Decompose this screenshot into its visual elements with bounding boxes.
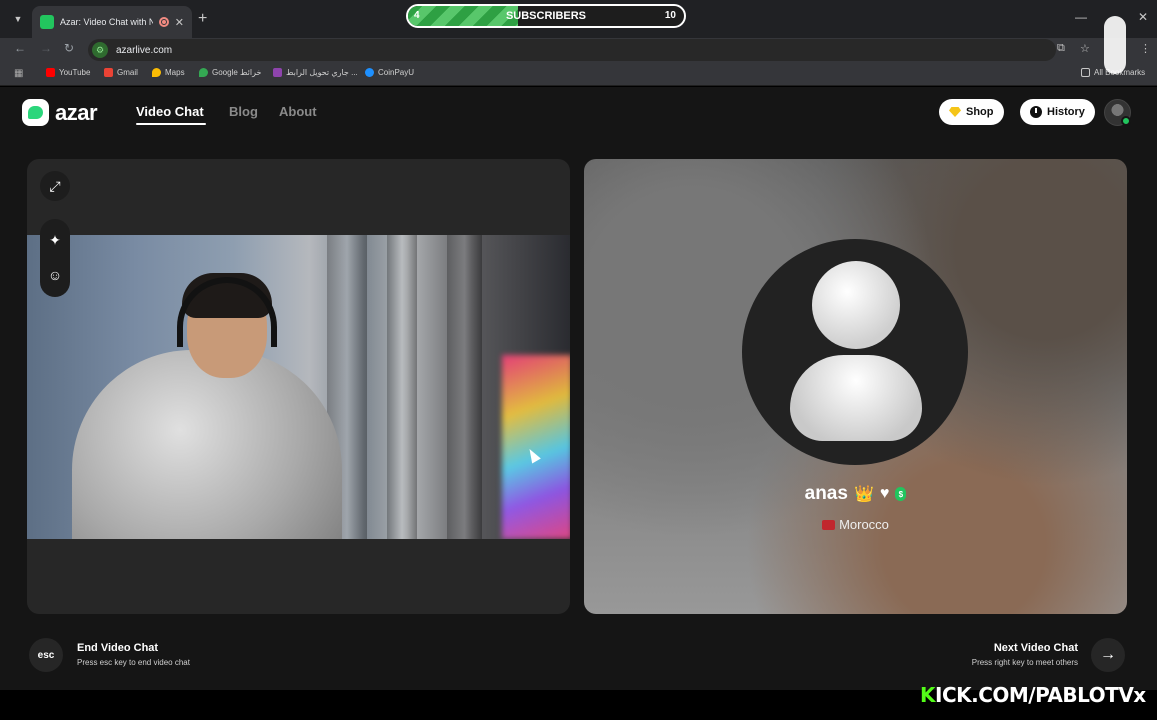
self-video-panel [27,159,570,614]
morocco-flag-icon [822,519,836,530]
nav-blog[interactable]: Blog [229,104,258,119]
site-info-icon[interactable]: ⚙ [92,42,108,58]
nav-about[interactable]: About [279,104,317,119]
browser-tab[interactable]: Azar: Video Chat with New ✕ [32,6,192,38]
minimize-icon[interactable]: — [1075,10,1087,24]
nav-active-underline [136,123,206,125]
forward-arrow-icon[interactable]: → [40,41,52,55]
peer-avatar [742,239,968,465]
expand-icon[interactable]: ⤢ [40,171,70,201]
kick-k-letter: K [920,683,936,707]
next-chat-arrow-icon[interactable]: → [1091,638,1125,672]
menu-kebab-icon[interactable]: ⋮ [1140,42,1151,55]
shop-label: Shop [966,106,994,118]
history-label: History [1047,106,1085,118]
logo-text: azar [55,99,98,125]
back-arrow-icon[interactable]: ← [14,41,26,55]
url-text: azarlive.com [116,44,173,56]
link-icon [273,68,282,77]
bookmark-star-icon[interactable]: ☆ [1080,42,1090,55]
bookmark-label: CoinPayU [378,68,415,77]
recording-icon [158,17,169,27]
kick-watermark: KICK.COM/PABLOTVx [920,683,1146,707]
bookmark-label: Google خرائط [212,68,262,77]
diamond-icon [949,107,961,117]
browser-toolbar: ← → ↻ ⚙ azarlive.com ⧉ ☆ ⋮ [0,38,1157,62]
azar-favicon-icon [40,15,54,29]
peer-name-row: anas 👑 ♥ $ [584,483,1127,505]
reload-icon[interactable]: ↻ [64,41,74,55]
face-filter-icon[interactable]: ☺ [40,260,70,290]
tab-search-chevron-icon[interactable]: ▼ [8,9,28,29]
kick-url-text: ICK.COM/PABLOTVx [935,683,1146,707]
end-chat-subtitle: Press esc key to end video chat [77,658,190,667]
shop-button[interactable]: Shop [939,99,1004,125]
azar-logo[interactable]: azar [22,99,98,126]
end-chat-button[interactable]: esc [29,638,63,672]
white-heart-icon: ♥ [879,485,890,502]
magic-wand-icon[interactable]: ✦ [40,225,70,255]
verified-badge-icon: $ [895,487,907,501]
bookmark-label: YouTube [59,68,91,77]
self-camera-feed [27,235,570,539]
bookmark-youtube[interactable]: YouTube [46,68,90,77]
install-app-icon[interactable]: ⧉ [1057,42,1065,55]
browser-tab-bar: ▼ Azar: Video Chat with New ✕ + 4 SUBSCR… [0,0,1157,38]
bookmark-google-maps-ar[interactable]: Google خرائط [199,68,261,77]
azar-logo-icon [22,99,49,126]
peer-name: anas [804,483,848,504]
coinpayu-icon [365,68,374,77]
tab-title: Azar: Video Chat with New [60,17,153,27]
folder-icon [1081,68,1090,77]
bookmarks-bar: ▦ YouTube Gmail Maps Google خرائط جاري ت… [0,62,1157,86]
new-tab-plus-icon[interactable]: + [198,9,207,29]
maps-pin-icon [199,68,208,77]
person-figure [72,350,342,539]
end-chat-title: End Video Chat [77,642,159,654]
streamer-logo-icon [1104,16,1126,74]
azar-page: azar Video Chat Blog About Shop History … [0,87,1157,690]
youtube-icon [46,68,55,77]
bookmark-gmail[interactable]: Gmail [104,68,138,77]
close-window-icon[interactable]: ✕ [1138,10,1148,24]
history-button[interactable]: History [1020,99,1095,125]
apps-grid-icon[interactable]: ▦ [14,68,23,79]
next-chat-title: Next Video Chat [993,642,1078,654]
bookmark-label: Maps [165,68,185,77]
peer-video-panel: anas 👑 ♥ $ Morocco [584,159,1127,614]
gmail-icon [104,68,113,77]
crown-emoji-icon: 👑 [853,486,874,503]
tab-close-icon[interactable]: ✕ [175,16,184,29]
bookmark-link-converter[interactable]: جاري تحويل الرابط ... [273,68,358,77]
address-bar[interactable]: ⚙ azarlive.com [88,39,1056,61]
subscriber-label: SUBSCRIBERS [505,10,587,22]
peer-country-row: Morocco [584,517,1127,532]
esc-key-label: esc [37,649,55,661]
maps-pin-icon [152,68,161,77]
subscriber-goal: 10 [664,10,676,21]
bookmark-label: جاري تحويل الرابط ... [286,68,358,77]
online-status-dot [1121,116,1131,126]
next-chat-subtitle: Press right key to meet others [971,658,1078,667]
bookmark-maps[interactable]: Maps [152,68,185,77]
subscriber-goal-overlay: 4 SUBSCRIBERS 10 [406,4,686,28]
bookmark-label: Gmail [117,68,138,77]
nav-video-chat[interactable]: Video Chat [136,104,204,119]
bookmark-coinpayu[interactable]: CoinPayU [365,68,414,77]
next-chat-hint: Next Video Chat Press right key to meet … [900,642,1078,667]
peer-country: Morocco [839,517,889,532]
end-chat-hint: End Video Chat Press esc key to end vide… [77,642,190,667]
clock-icon [1030,106,1042,118]
rgb-light-image [502,355,570,539]
